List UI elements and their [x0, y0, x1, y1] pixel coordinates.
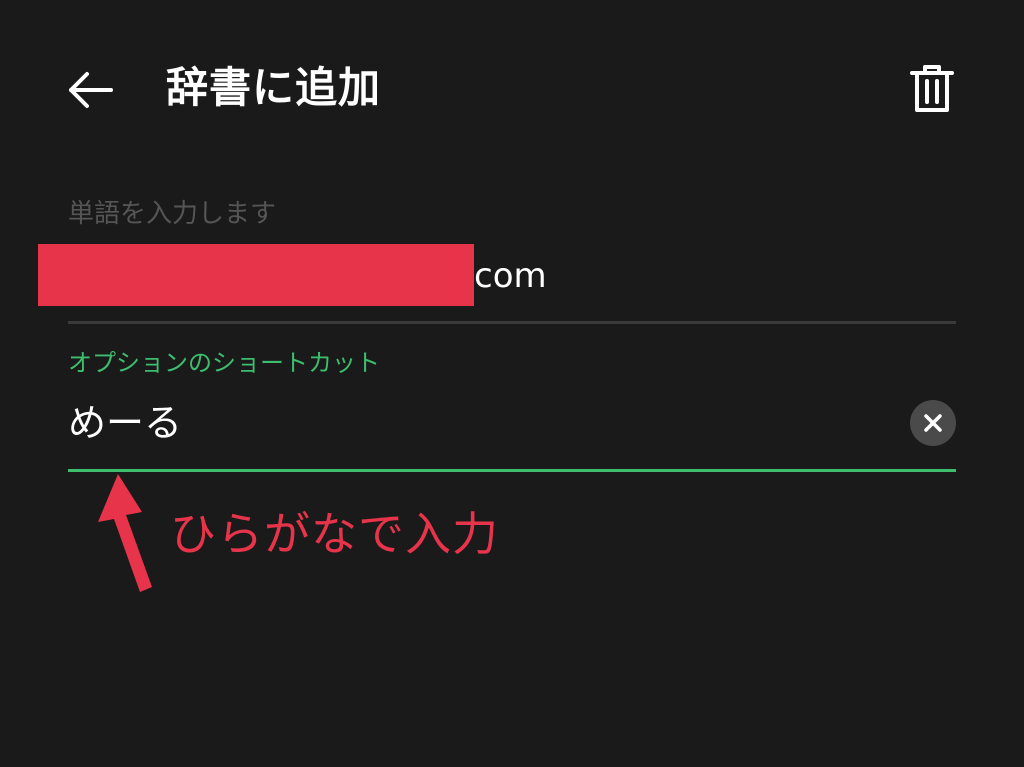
trash-icon [910, 65, 954, 112]
close-icon [924, 414, 942, 432]
page-title: 辞書に追加 [166, 63, 382, 112]
word-input[interactable]: com [38, 244, 956, 308]
clear-shortcut-button[interactable] [910, 400, 956, 446]
shortcut-field-label: オプションのショートカット [68, 349, 380, 377]
back-button[interactable] [60, 62, 120, 118]
annotation-text: ひらがなで入力 [170, 507, 499, 561]
shortcut-input[interactable]: めーる [68, 396, 888, 450]
shortcut-input-underline [68, 469, 956, 472]
word-input-value: com [474, 256, 547, 296]
add-to-dictionary-screen: 辞書に追加 単語を入力します com オプションのショートカット めーる ひらが… [0, 0, 1024, 767]
word-field-label: 単語を入力します [68, 199, 277, 229]
arrow-left-icon [69, 72, 113, 108]
word-input-underline [68, 321, 956, 324]
redaction-block [38, 244, 474, 306]
delete-button[interactable] [902, 60, 962, 118]
annotation-arrow-icon [98, 474, 152, 592]
